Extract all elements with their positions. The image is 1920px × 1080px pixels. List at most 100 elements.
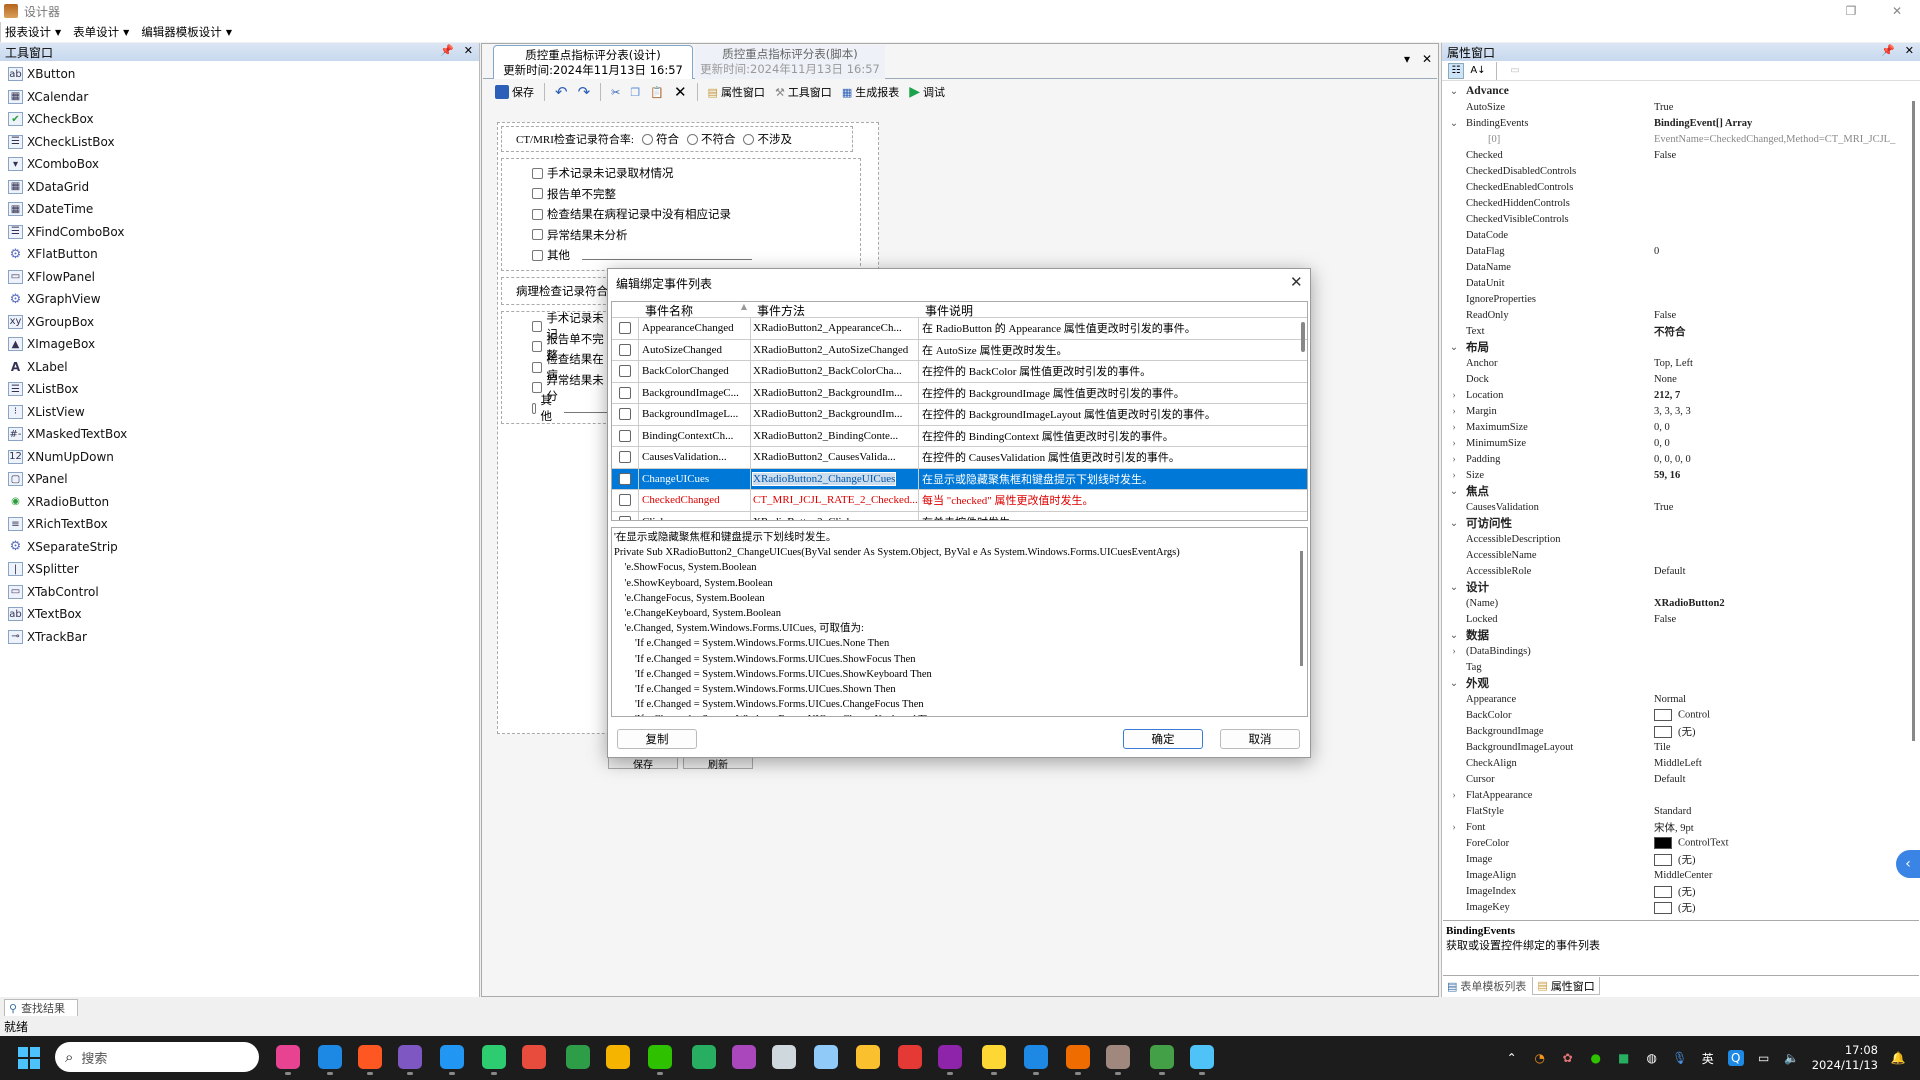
property-category[interactable]: ⌄ 外观 [1442, 675, 1918, 691]
event-method[interactable]: XRadioButton2_Click [753, 516, 852, 520]
event-method-cell[interactable]: XRadioButton2_BindingConte... [751, 425, 919, 446]
event-method-cell[interactable]: XRadioButton2_BackColorCha... [751, 361, 919, 382]
property-value[interactable]: (无) [1654, 900, 1918, 915]
event-check-cell[interactable] [612, 511, 639, 520]
chevron-right-icon[interactable]: › [1442, 438, 1466, 449]
chevron-right-icon[interactable]: › [1442, 822, 1466, 833]
tab-form-template-list[interactable]: ▤ 表单模板列表 [1443, 977, 1530, 995]
qq-browser-icon[interactable]: Q [1727, 1050, 1744, 1066]
toolbox-item-xtrackbar[interactable]: ⊸ XTrackBar [0, 626, 479, 649]
toolbox-item-xmaskedtextbox[interactable]: #- XMaskedTextBox [0, 423, 479, 446]
property-value[interactable]: Standard [1654, 806, 1918, 817]
property-row[interactable]: › Size 59, 16 [1442, 467, 1918, 483]
chevron-down-icon[interactable]: ⌄ [1442, 678, 1466, 689]
property-row[interactable]: BackgroundImage (无) [1442, 723, 1918, 739]
redo-button[interactable]: ↷ [574, 82, 595, 102]
property-value[interactable]: True [1654, 102, 1918, 113]
event-row[interactable]: Click XRadioButton2_Click 在单击控件时发生。 [612, 511, 1307, 520]
event-checkbox[interactable] [619, 494, 631, 507]
property-row[interactable]: ReadOnly False [1442, 307, 1918, 323]
property-row[interactable]: Checked False [1442, 147, 1918, 163]
close-tab-icon[interactable]: ✕ [1422, 52, 1432, 66]
toolbox-item-xgroupbox[interactable]: xy XGroupBox [0, 311, 479, 334]
event-checkbox[interactable] [619, 343, 631, 356]
green-tray-icon[interactable]: ■ [1616, 1050, 1632, 1066]
property-row[interactable]: CheckedVisibleControls [1442, 211, 1918, 227]
property-value[interactable]: 3, 3, 3, 3 [1654, 406, 1918, 417]
chevron-down-icon[interactable]: ⌄ [1442, 582, 1466, 593]
event-checkbox[interactable] [619, 472, 631, 485]
chevron-down-icon[interactable]: ⌄ [1442, 118, 1466, 129]
menu-editor-template-design[interactable]: 编辑器模板设计 ▼ [141, 24, 232, 40]
other-text-input[interactable] [582, 250, 752, 261]
taskbar-app-intellij-icon[interactable] [358, 1045, 382, 1075]
cut-button[interactable]: ✂ [607, 82, 624, 102]
property-row[interactable]: › Font 宋体, 9pt [1442, 819, 1918, 835]
property-value[interactable]: XRadioButton2 [1654, 598, 1918, 609]
property-row[interactable]: Cursor Default [1442, 771, 1918, 787]
event-method[interactable]: XRadioButton2_BackColorCha... [753, 365, 902, 377]
taskbar-app-palette-app-icon[interactable] [1066, 1045, 1090, 1075]
taskbar-app-parrot-app-icon[interactable] [732, 1045, 756, 1069]
property-value[interactable]: 0, 0, 0, 0 [1654, 454, 1918, 465]
toolbox-item-xrichtextbox[interactable]: ≡ XRichTextBox [0, 513, 479, 536]
sort-alpha-icon[interactable]: A↓ [1470, 63, 1486, 79]
event-method[interactable]: XRadioButton2_BackgroundIm... [753, 408, 902, 420]
event-checkbox[interactable] [619, 386, 631, 399]
event-row[interactable]: CausesValidation... XRadioButton2_CausesV… [612, 447, 1307, 469]
taskbar-app-webstorm-icon[interactable] [318, 1045, 342, 1075]
code-scrollbar[interactable] [1300, 551, 1303, 666]
event-row[interactable]: CheckedChanged CT_MRI_JCJL_RATE_2_Checked… [612, 490, 1307, 512]
property-row[interactable]: DataFlag 0 [1442, 243, 1918, 259]
save-button[interactable]: 保存 [491, 82, 538, 102]
restore-button[interactable]: ❐ [1828, 0, 1874, 22]
event-check-cell[interactable] [612, 468, 639, 489]
property-value[interactable]: 0 [1654, 246, 1918, 257]
property-value[interactable]: EventName=CheckedChanged,Method=CT_MRI_J… [1654, 134, 1918, 145]
toolbox-item-xcheckbox[interactable]: ✔ XCheckBox [0, 108, 479, 131]
chevron-right-icon[interactable]: › [1442, 422, 1466, 433]
ime-indicator[interactable]: 英 [1700, 1050, 1716, 1066]
chevron-down-icon[interactable]: ⌄ [1442, 630, 1466, 641]
header-event-desc[interactable]: 事件说明 [919, 302, 1307, 318]
property-row[interactable]: Image (无) [1442, 851, 1918, 867]
event-method-cell[interactable]: XRadioButton2_ChangeUICues [751, 468, 919, 489]
menu-report-design[interactable]: 报表设计 ▼ [5, 24, 61, 40]
taskbar-app-colorful-app-icon[interactable] [276, 1045, 300, 1075]
event-method[interactable]: CT_MRI_JCJL_RATE_2_Checked... [753, 494, 918, 506]
taskbar-app-parrot-app-2-icon[interactable] [938, 1045, 962, 1075]
property-value[interactable]: MiddleCenter [1654, 870, 1918, 881]
toolbox-item-xgraphview[interactable]: ⚙ XGraphView [0, 288, 479, 311]
event-row[interactable]: BackgroundImageL... XRadioButton2_Backgro… [612, 404, 1307, 426]
property-row[interactable]: Text 不符合 [1442, 323, 1918, 339]
toolbox-item-xcalendar[interactable]: ▦ XCalendar [0, 86, 479, 109]
toolbox-item-xtabcontrol[interactable]: ▭ XTabControl [0, 581, 479, 604]
property-row[interactable]: CausesValidation True [1442, 499, 1918, 515]
property-row[interactable]: › FlatAppearance [1442, 787, 1918, 803]
event-checkbox[interactable] [619, 515, 631, 520]
event-checkbox[interactable] [619, 322, 631, 335]
toolbox-item-xchecklistbox[interactable]: ☰ XCheckListBox [0, 131, 479, 154]
event-check-cell[interactable] [612, 404, 639, 425]
property-row[interactable]: › (DataBindings) [1442, 643, 1918, 659]
property-value[interactable]: Default [1654, 774, 1918, 785]
event-check-cell[interactable] [612, 382, 639, 403]
radio-conform[interactable]: 符合 [641, 131, 679, 147]
event-check-cell[interactable] [612, 425, 639, 446]
property-row[interactable]: [0] EventName=CheckedChanged,Method=CT_MR… [1442, 131, 1918, 147]
header-event-method[interactable]: 事件方法 [751, 302, 919, 318]
property-category[interactable]: ⌄ 布局 [1442, 339, 1918, 355]
taskbar-app-file-explorer-icon[interactable] [982, 1045, 1006, 1075]
radio-not-conform[interactable]: 不符合 [686, 131, 735, 147]
property-row[interactable]: ImageAlign MiddleCenter [1442, 867, 1918, 883]
property-row[interactable]: › Margin 3, 3, 3, 3 [1442, 403, 1918, 419]
toolbox-item-xpanel[interactable]: ▢ XPanel [0, 468, 479, 491]
property-category[interactable]: ⌄ 可访问性 [1442, 515, 1918, 531]
notification-bell-icon[interactable]: 🔔 [1890, 1050, 1906, 1066]
property-value[interactable]: False [1654, 614, 1918, 625]
event-row[interactable]: BackgroundImageC... XRadioButton2_Backgro… [612, 382, 1307, 404]
event-method-cell[interactable]: XRadioButton2_AutoSizeChanged [751, 339, 919, 360]
property-value[interactable]: (无) [1654, 724, 1918, 739]
property-row[interactable]: (Name) XRadioButton2 [1442, 595, 1918, 611]
chevron-down-icon[interactable]: ⌄ [1442, 518, 1466, 529]
